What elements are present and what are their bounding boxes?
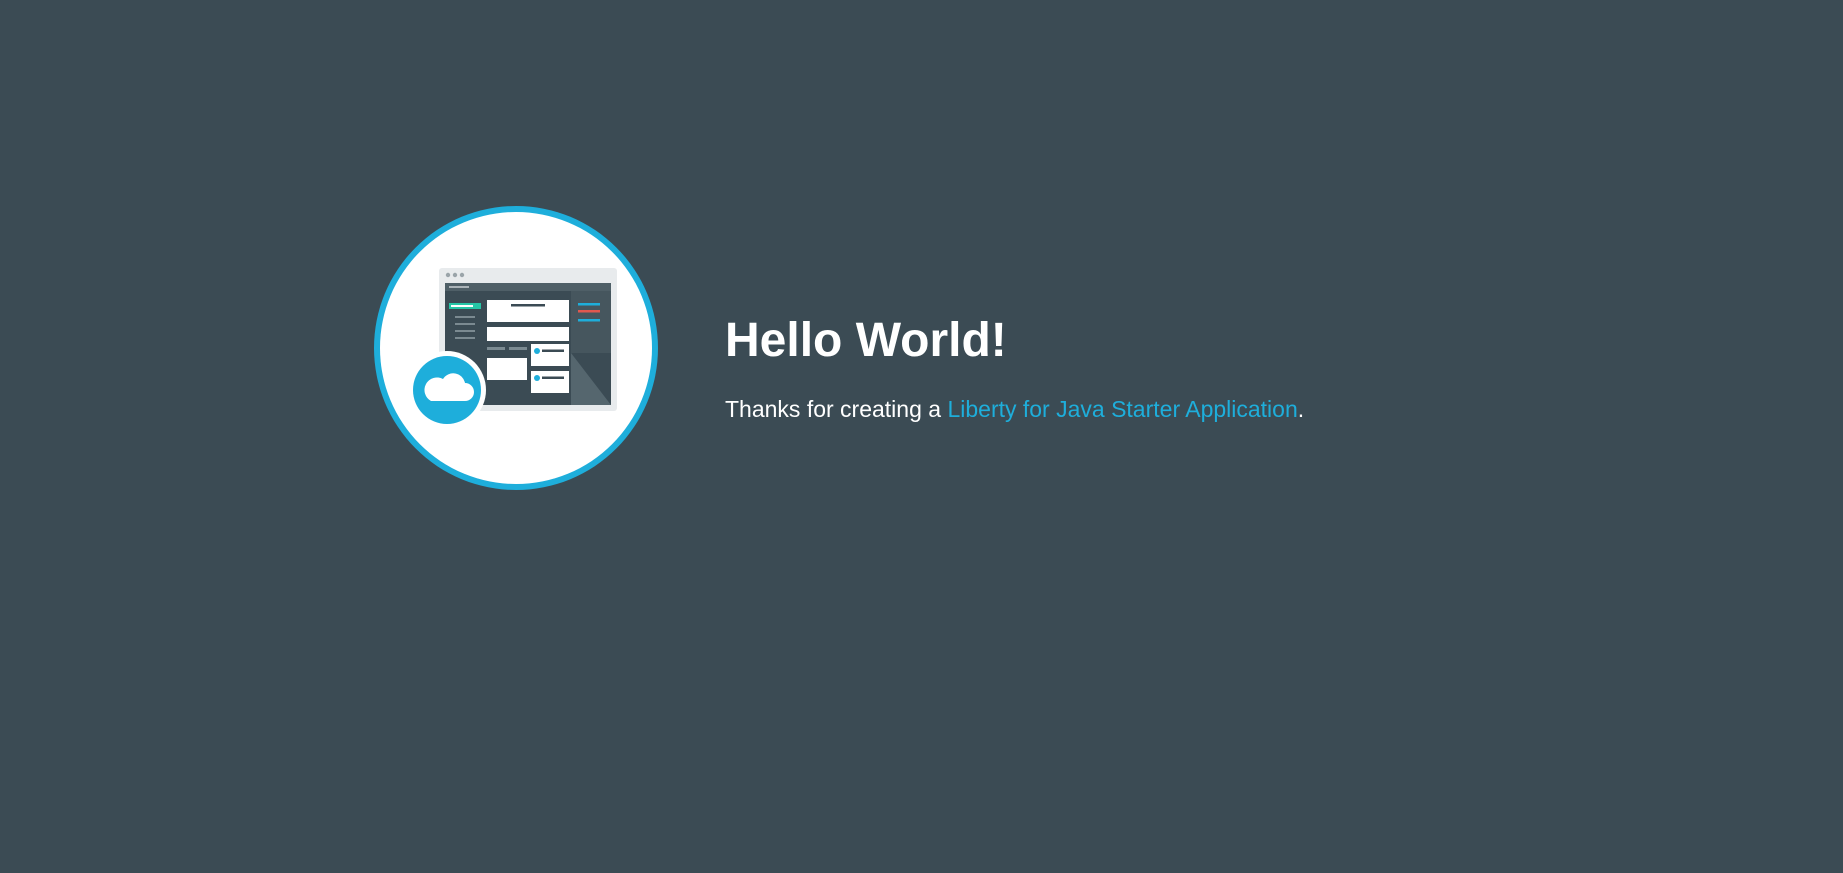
message-suffix: . (1297, 396, 1305, 422)
welcome-message: Thanks for creating a Liberty for Java S… (725, 394, 1725, 424)
liberty-starter-link[interactable]: Liberty for Java Starter Application (947, 396, 1297, 422)
page: Hello World! Thanks for creating a Liber… (0, 0, 1843, 873)
cloud-app-illustration-icon (371, 203, 661, 493)
hero-content: Hello World! Thanks for creating a Liber… (725, 313, 1725, 424)
message-prefix: Thanks for creating a (725, 396, 948, 422)
page-title: Hello World! (725, 314, 1007, 367)
